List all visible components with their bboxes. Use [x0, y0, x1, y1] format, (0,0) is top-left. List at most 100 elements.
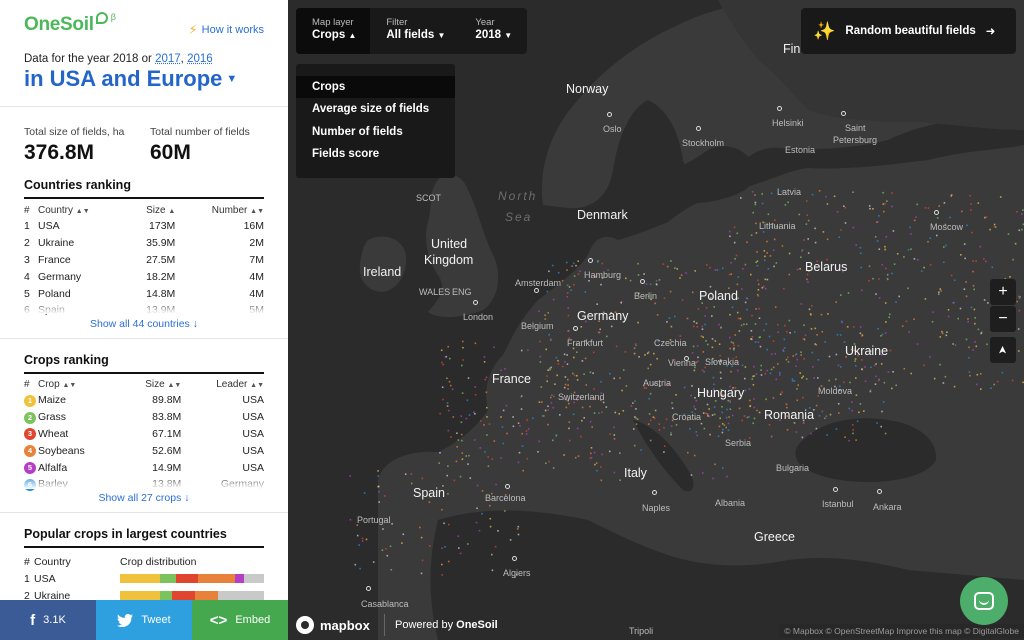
- country-label[interactable]: Spain: [413, 486, 445, 500]
- map-layer-value[interactable]: Crops: [312, 29, 345, 41]
- mapbox-label[interactable]: mapbox: [320, 618, 370, 633]
- region-selector[interactable]: in USA and Europe ▼: [24, 66, 237, 92]
- col-size-label[interactable]: Size: [146, 205, 165, 216]
- caret-up-icon[interactable]: ▲: [348, 31, 356, 40]
- country-label[interactable]: Romania: [764, 408, 814, 422]
- country-label[interactable]: Norway: [566, 82, 608, 96]
- sort-icon[interactable]: ▲▼: [167, 382, 181, 389]
- filter-selector[interactable]: Filter All fields ▼: [370, 8, 459, 54]
- chat-button[interactable]: [960, 577, 1008, 625]
- country-label[interactable]: Italy: [624, 466, 647, 480]
- table-row[interactable]: 2 Ukraine 35.9M 2M: [24, 235, 264, 252]
- random-fields-label[interactable]: Random beautiful fields: [845, 25, 975, 37]
- layer-option-average-size[interactable]: Average size of fields: [296, 98, 455, 120]
- region-title[interactable]: in USA and Europe: [24, 66, 222, 92]
- row-country[interactable]: Ukraine: [38, 235, 126, 252]
- map-layer-selector[interactable]: Map layer Crops ▲: [296, 8, 371, 54]
- table-row[interactable]: 4 Germany 18.2M 4M: [24, 268, 264, 285]
- sort-icon[interactable]: ▲▼: [76, 208, 90, 215]
- city-label: Barcelona: [485, 493, 526, 503]
- map-attribution[interactable]: © Mapbox © OpenStreetMap Improve this ma…: [779, 624, 1024, 638]
- row-crop[interactable]: Maize: [38, 392, 119, 409]
- row-number: 16M: [243, 220, 264, 233]
- city-label: Oslo: [603, 124, 622, 134]
- country-label[interactable]: Ukraine: [845, 344, 888, 358]
- zoom-out-button[interactable]: −: [990, 306, 1016, 332]
- row-crop[interactable]: Grass: [38, 409, 119, 426]
- col-country-label[interactable]: Country: [38, 205, 73, 216]
- sort-desc-icon[interactable]: ▲: [168, 208, 175, 215]
- country-label[interactable]: Denmark: [577, 208, 628, 222]
- col-leader-label[interactable]: Leader: [216, 379, 247, 390]
- filter-value[interactable]: All fields: [386, 29, 434, 41]
- country-label[interactable]: Kingdom: [424, 253, 473, 267]
- table-row[interactable]: 5 Alfalfa 14.9M USA: [24, 459, 264, 476]
- random-fields-button[interactable]: ✨ Random beautiful fields ➜: [801, 8, 1016, 54]
- year-2016-link[interactable]: 2016: [187, 53, 213, 65]
- country-label[interactable]: France: [492, 372, 531, 386]
- row-country[interactable]: France: [38, 252, 126, 269]
- year-value[interactable]: 2018: [475, 29, 501, 41]
- layer-option-crops[interactable]: Crops: [296, 76, 455, 99]
- sort-icon[interactable]: ▲▼: [250, 382, 264, 389]
- table-row[interactable]: 4 Soybeans 52.6M USA: [24, 442, 264, 459]
- country-label[interactable]: United: [431, 237, 467, 251]
- year-2017-link[interactable]: 2017: [155, 53, 181, 65]
- row-country[interactable]: USA: [34, 573, 120, 585]
- compass-button[interactable]: ➤: [990, 337, 1016, 363]
- tweet-button[interactable]: Tweet: [96, 600, 192, 640]
- row-num: 1: [24, 220, 30, 233]
- how-it-works-label[interactable]: How it works: [202, 24, 264, 36]
- how-it-works-link[interactable]: ⚡ How it works: [189, 22, 264, 38]
- col-crop-header[interactable]: Crop ▲▼: [38, 377, 119, 392]
- col-crop-label[interactable]: Crop: [38, 379, 60, 390]
- table-row[interactable]: 1 Maize 89.8M USA: [24, 392, 264, 409]
- caret-down-icon[interactable]: ▼: [438, 31, 446, 40]
- country-label[interactable]: Ireland: [363, 265, 401, 279]
- col-size-label[interactable]: Size: [145, 379, 164, 390]
- country-label[interactable]: Fin: [783, 42, 800, 56]
- table-row[interactable]: 1 USA 173M 16M: [24, 218, 264, 235]
- layer-option-number-of-fields[interactable]: Number of fields: [296, 121, 455, 143]
- col-number-header[interactable]: Number ▲▼: [175, 203, 264, 218]
- logo-text[interactable]: OneSoil: [24, 14, 94, 36]
- sort-icon[interactable]: ▲▼: [250, 208, 264, 215]
- map-canvas[interactable]: North Sea Oslo Stockholm Helsinki Saint Peters…: [288, 0, 1024, 640]
- country-label[interactable]: Poland: [699, 289, 738, 303]
- country-label[interactable]: Greece: [754, 530, 795, 544]
- col-country-header[interactable]: Country ▲▼: [38, 203, 126, 218]
- row-crop[interactable]: Soybeans: [38, 442, 119, 459]
- year-selector[interactable]: Year 2018 ▼: [459, 8, 526, 54]
- row-crop[interactable]: Wheat: [38, 426, 119, 443]
- table-row[interactable]: 2 Grass 83.8M USA: [24, 409, 264, 426]
- facebook-share-button[interactable]: f 3.1K: [0, 600, 96, 640]
- col-size-header[interactable]: Size ▲▼: [119, 377, 181, 392]
- row-crop[interactable]: Alfalfa: [38, 459, 119, 476]
- zoom-in-button[interactable]: +: [990, 279, 1016, 305]
- table-row[interactable]: 3 Wheat 67.1M USA: [24, 426, 264, 443]
- mapbox-logo[interactable]: mapbox: [296, 616, 370, 634]
- city-label: Frankfurt: [567, 338, 604, 348]
- logo[interactable]: OneSoil β: [24, 12, 116, 36]
- caret-down-icon[interactable]: ▼: [504, 31, 512, 40]
- col-leader-header[interactable]: Leader ▲▼: [181, 377, 264, 392]
- country-label[interactable]: Germany: [577, 309, 628, 323]
- sort-icon[interactable]: ▲▼: [62, 382, 76, 389]
- table-row[interactable]: 1 USA: [24, 570, 264, 587]
- total-count-label: Total number of fields: [150, 126, 250, 138]
- row-country[interactable]: Germany: [38, 268, 126, 285]
- caret-down-icon[interactable]: ▼: [226, 73, 237, 85]
- row-country[interactable]: USA: [38, 218, 126, 235]
- table-row[interactable]: 3 France 27.5M 7M: [24, 252, 264, 269]
- col-distribution: Crop distribution: [120, 555, 197, 568]
- show-all-countries-link[interactable]: Show all 44 countries ↓: [0, 318, 288, 330]
- country-label[interactable]: Hungary: [697, 386, 744, 400]
- city-label: Hamburg: [584, 270, 622, 280]
- powered-by[interactable]: Powered by OneSoil: [384, 614, 498, 636]
- col-number-label[interactable]: Number: [212, 205, 248, 216]
- embed-button[interactable]: <> Embed: [192, 600, 288, 640]
- col-size-header[interactable]: Size ▲: [126, 203, 175, 218]
- layer-option-fields-score[interactable]: Fields score: [296, 143, 455, 165]
- country-label[interactable]: Belarus: [805, 260, 847, 274]
- show-all-crops-link[interactable]: Show all 27 crops ↓: [0, 492, 288, 504]
